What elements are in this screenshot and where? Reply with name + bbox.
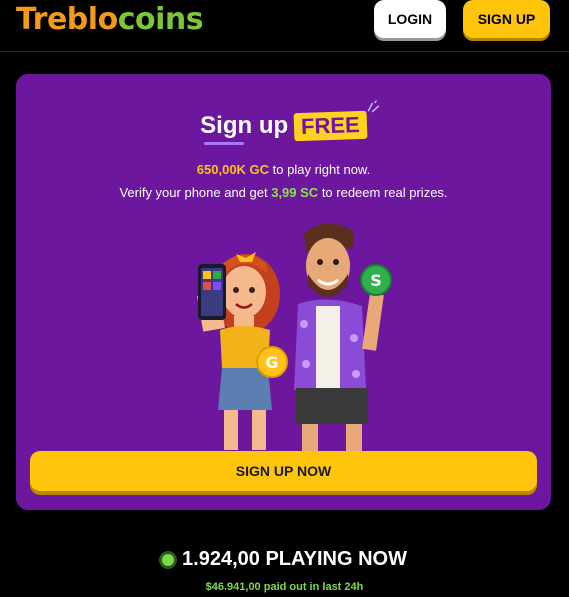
login-button[interactable]: LOGIN [374, 0, 446, 38]
promo-title: Sign up [200, 112, 289, 145]
logo-part-2: coins [117, 2, 204, 37]
signup-now-button[interactable]: SIGN UP NOW [30, 451, 537, 491]
s-coin-letter: S [370, 271, 382, 290]
promo-characters-illustration: G S [197, 223, 392, 452]
man-character: S [294, 223, 392, 452]
promo-title-row: Sign up FREE [16, 100, 551, 145]
gc-offer-text: 650,00K GC to play right now. [16, 162, 551, 177]
free-badge: FREE [293, 100, 379, 142]
site-header: Treblocoins LOGIN SIGN UP [0, 0, 569, 52]
page: Treblocoins LOGIN SIGN UP Sign up FREE 6… [0, 0, 569, 597]
sc-offer-prefix: Verify your phone and get [119, 185, 272, 200]
live-status-dot [162, 553, 175, 566]
sc-offer-text: Verify your phone and get 3,99 SC to red… [16, 185, 551, 200]
free-badge-text: FREE [300, 111, 361, 140]
gc-offer-suffix: to play right now. [269, 162, 371, 177]
sc-offer-suffix: to redeem real prizes. [318, 185, 448, 200]
treblocoins-logo[interactable]: Treblocoins [16, 1, 204, 39]
paid-out-text: $46.941,00 paid out in last 24h [205, 581, 364, 593]
signup-button[interactable]: SIGN UP [463, 0, 550, 38]
players-online-text: 1.924,00 PLAYING NOW [182, 548, 407, 570]
logo-part-1: Treblo [16, 2, 118, 37]
signup-promo-card: Sign up FREE 650,00K GC to play right no… [16, 74, 551, 510]
woman-character: G [197, 252, 288, 450]
sc-amount: 3,99 SC [271, 185, 319, 200]
sparkle-icon [367, 100, 379, 113]
promo-title-text: Sign up [200, 112, 289, 139]
title-underline [204, 142, 245, 145]
gc-amount: 650,00K GC [196, 162, 270, 177]
players-online-counter: 1.924,00 PLAYING NOW [0, 548, 569, 571]
g-coin-letter: G [265, 353, 278, 372]
